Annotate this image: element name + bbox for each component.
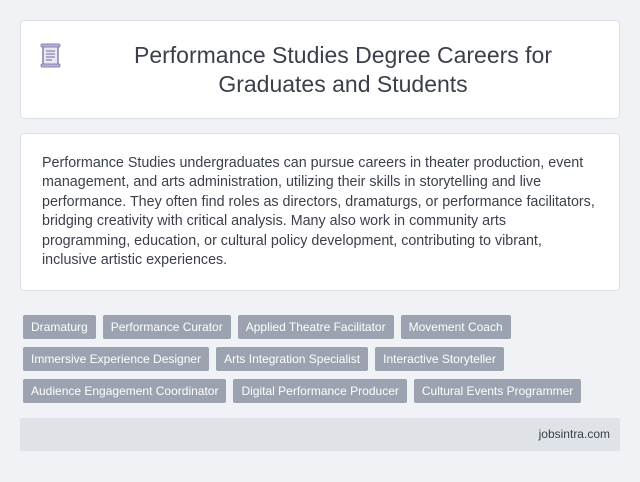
- tag-audience-engagement-coordinator[interactable]: Audience Engagement Coordinator: [23, 379, 227, 403]
- page-title: Performance Studies Degree Careers for G…: [133, 41, 553, 97]
- tag-row: Immersive Experience Designer Arts Integ…: [23, 347, 623, 371]
- document-scroll-icon: [40, 43, 61, 67]
- tag-performance-curator[interactable]: Performance Curator: [102, 315, 231, 339]
- summary-text: Performance Studies undergraduates can p…: [42, 155, 595, 269]
- footer-bar: jobsintra.com: [20, 418, 620, 451]
- summary-card: Performance Studies undergraduates can p…: [20, 133, 620, 291]
- tag-movement-coach[interactable]: Movement Coach: [400, 315, 511, 339]
- tag-row: Audience Engagement Coordinator Digital …: [23, 379, 623, 403]
- page: Performance Studies Degree Careers for G…: [0, 0, 640, 482]
- title-wrap: Performance Studies Degree Careers for G…: [40, 41, 600, 99]
- header-card: Performance Studies Degree Careers for G…: [20, 20, 620, 119]
- career-tags: Dramaturg Performance Curator Applied Th…: [23, 315, 623, 411]
- site-name[interactable]: jobsintra.com: [539, 418, 610, 451]
- tag-arts-integration-specialist[interactable]: Arts Integration Specialist: [216, 347, 369, 371]
- tag-row: Dramaturg Performance Curator Applied Th…: [23, 315, 623, 339]
- tag-digital-performance-producer[interactable]: Digital Performance Producer: [233, 379, 407, 403]
- tag-cultural-events-programmer[interactable]: Cultural Events Programmer: [413, 379, 582, 403]
- tag-interactive-storyteller[interactable]: Interactive Storyteller: [375, 347, 504, 371]
- tag-applied-theatre-facilitator[interactable]: Applied Theatre Facilitator: [237, 315, 394, 339]
- tag-immersive-experience-designer[interactable]: Immersive Experience Designer: [23, 347, 210, 371]
- tag-dramaturg[interactable]: Dramaturg: [23, 315, 96, 339]
